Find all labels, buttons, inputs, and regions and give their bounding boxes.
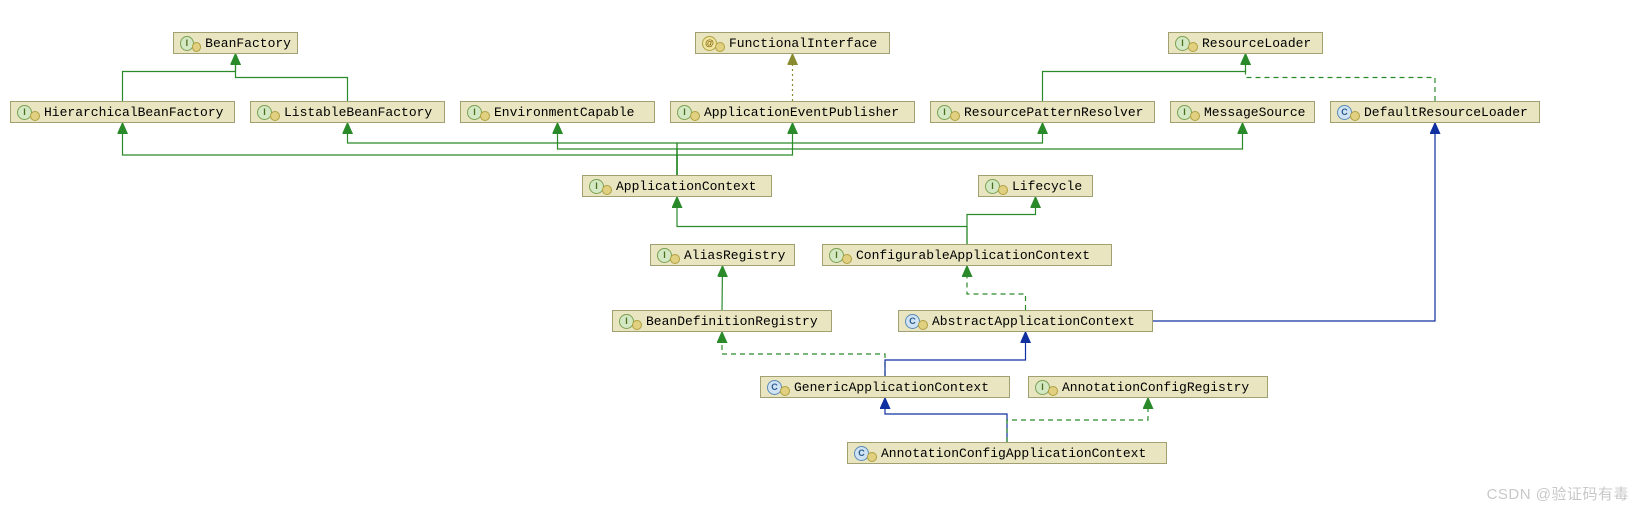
node-label: Lifecycle — [1012, 179, 1082, 194]
watermark: CSDN @验证码有毒 — [1487, 483, 1629, 504]
sub-icon — [1188, 42, 1198, 52]
edge-annotationConfigApplicationContext-genericApplicationContext — [885, 398, 1007, 442]
node-label: ResourceLoader — [1202, 36, 1311, 51]
node-configurableApplicationContext[interactable]: IConfigurableApplicationContext — [822, 244, 1112, 266]
node-resourceLoader[interactable]: IResourceLoader — [1168, 32, 1323, 54]
node-defaultResourceLoader[interactable]: CDefaultResourceLoader — [1330, 101, 1540, 123]
node-applicationEventPublisher[interactable]: IApplicationEventPublisher — [670, 101, 915, 123]
sub-icon — [867, 452, 877, 462]
sub-icon — [670, 254, 680, 264]
node-applicationContext[interactable]: IApplicationContext — [582, 175, 772, 197]
node-label: GenericApplicationContext — [794, 380, 989, 395]
node-genericApplicationContext[interactable]: CGenericApplicationContext — [760, 376, 1010, 398]
node-annotationConfigRegistry[interactable]: IAnnotationConfigRegistry — [1028, 376, 1268, 398]
node-messageSource[interactable]: IMessageSource — [1170, 101, 1315, 123]
sub-icon — [270, 111, 280, 121]
node-functionalInterface[interactable]: @FunctionalInterface — [695, 32, 890, 54]
node-label: HierarchicalBeanFactory — [44, 105, 223, 120]
node-annotationConfigApplicationContext[interactable]: CAnnotationConfigApplicationContext — [847, 442, 1167, 464]
edge-abstractApplicationContext-configurableApplicationContext — [967, 266, 1026, 310]
node-hierarchicalBeanFactory[interactable]: IHierarchicalBeanFactory — [10, 101, 235, 123]
sub-icon — [192, 42, 201, 52]
node-resourcePatternResolver[interactable]: IResourcePatternResolver — [930, 101, 1155, 123]
sub-icon — [602, 185, 612, 195]
node-label: AnnotationConfigApplicationContext — [881, 446, 1146, 461]
edge-applicationContext-resourcePatternResolver — [677, 123, 1043, 175]
node-label: AnnotationConfigRegistry — [1062, 380, 1249, 395]
edge-applicationContext-environmentCapable — [558, 123, 678, 175]
node-label: BeanDefinitionRegistry — [646, 314, 818, 329]
edge-genericApplicationContext-abstractApplicationContext — [885, 332, 1026, 376]
edge-applicationContext-messageSource — [677, 123, 1243, 175]
node-label: MessageSource — [1204, 105, 1305, 120]
node-label: DefaultResourceLoader — [1364, 105, 1528, 120]
node-label: ResourcePatternResolver — [964, 105, 1143, 120]
node-label: ConfigurableApplicationContext — [856, 248, 1090, 263]
sub-icon — [30, 111, 40, 121]
node-label: BeanFactory — [205, 36, 291, 51]
node-beanDefinitionRegistry[interactable]: IBeanDefinitionRegistry — [612, 310, 832, 332]
node-aliasRegistry[interactable]: IAliasRegistry — [650, 244, 795, 266]
edge-hierarchicalBeanFactory-beanFactory — [123, 54, 236, 101]
node-label: ApplicationContext — [616, 179, 756, 194]
node-label: AbstractApplicationContext — [932, 314, 1135, 329]
node-label: EnvironmentCapable — [494, 105, 634, 120]
sub-icon — [998, 185, 1008, 195]
sub-icon — [715, 42, 725, 52]
edge-applicationContext-listableBeanFactory — [348, 123, 678, 175]
node-beanFactory[interactable]: IBeanFactory — [173, 32, 298, 54]
sub-icon — [918, 320, 928, 330]
sub-icon — [1190, 111, 1200, 121]
sub-icon — [950, 111, 960, 121]
node-environmentCapable[interactable]: IEnvironmentCapable — [460, 101, 655, 123]
edge-genericApplicationContext-beanDefinitionRegistry — [722, 332, 885, 376]
sub-icon — [1350, 111, 1360, 121]
diagram-connections — [0, 0, 1639, 510]
edge-configurableApplicationContext-lifecycle — [967, 197, 1036, 244]
edge-resourcePatternResolver-resourceLoader — [1043, 54, 1246, 101]
edge-abstractApplicationContext-defaultResourceLoader — [1153, 123, 1435, 321]
node-label: AliasRegistry — [684, 248, 785, 263]
edge-applicationContext-applicationEventPublisher — [677, 123, 793, 175]
node-label: ListableBeanFactory — [284, 105, 432, 120]
sub-icon — [690, 111, 700, 121]
edge-applicationContext-hierarchicalBeanFactory — [123, 123, 678, 175]
edge-defaultResourceLoader-resourceLoader — [1246, 54, 1436, 101]
node-label: ApplicationEventPublisher — [704, 105, 899, 120]
sub-icon — [480, 111, 490, 121]
node-label: FunctionalInterface — [729, 36, 877, 51]
sub-icon — [632, 320, 642, 330]
edge-configurableApplicationContext-applicationContext — [677, 197, 967, 244]
edge-listableBeanFactory-beanFactory — [236, 54, 348, 101]
edge-annotationConfigApplicationContext-annotationConfigRegistry — [1007, 398, 1148, 442]
node-listableBeanFactory[interactable]: IListableBeanFactory — [250, 101, 445, 123]
node-abstractApplicationContext[interactable]: CAbstractApplicationContext — [898, 310, 1153, 332]
edge-beanDefinitionRegistry-aliasRegistry — [722, 266, 723, 310]
sub-icon — [780, 386, 790, 396]
sub-icon — [1048, 386, 1058, 396]
node-lifecycle[interactable]: ILifecycle — [978, 175, 1093, 197]
sub-icon — [842, 254, 852, 264]
